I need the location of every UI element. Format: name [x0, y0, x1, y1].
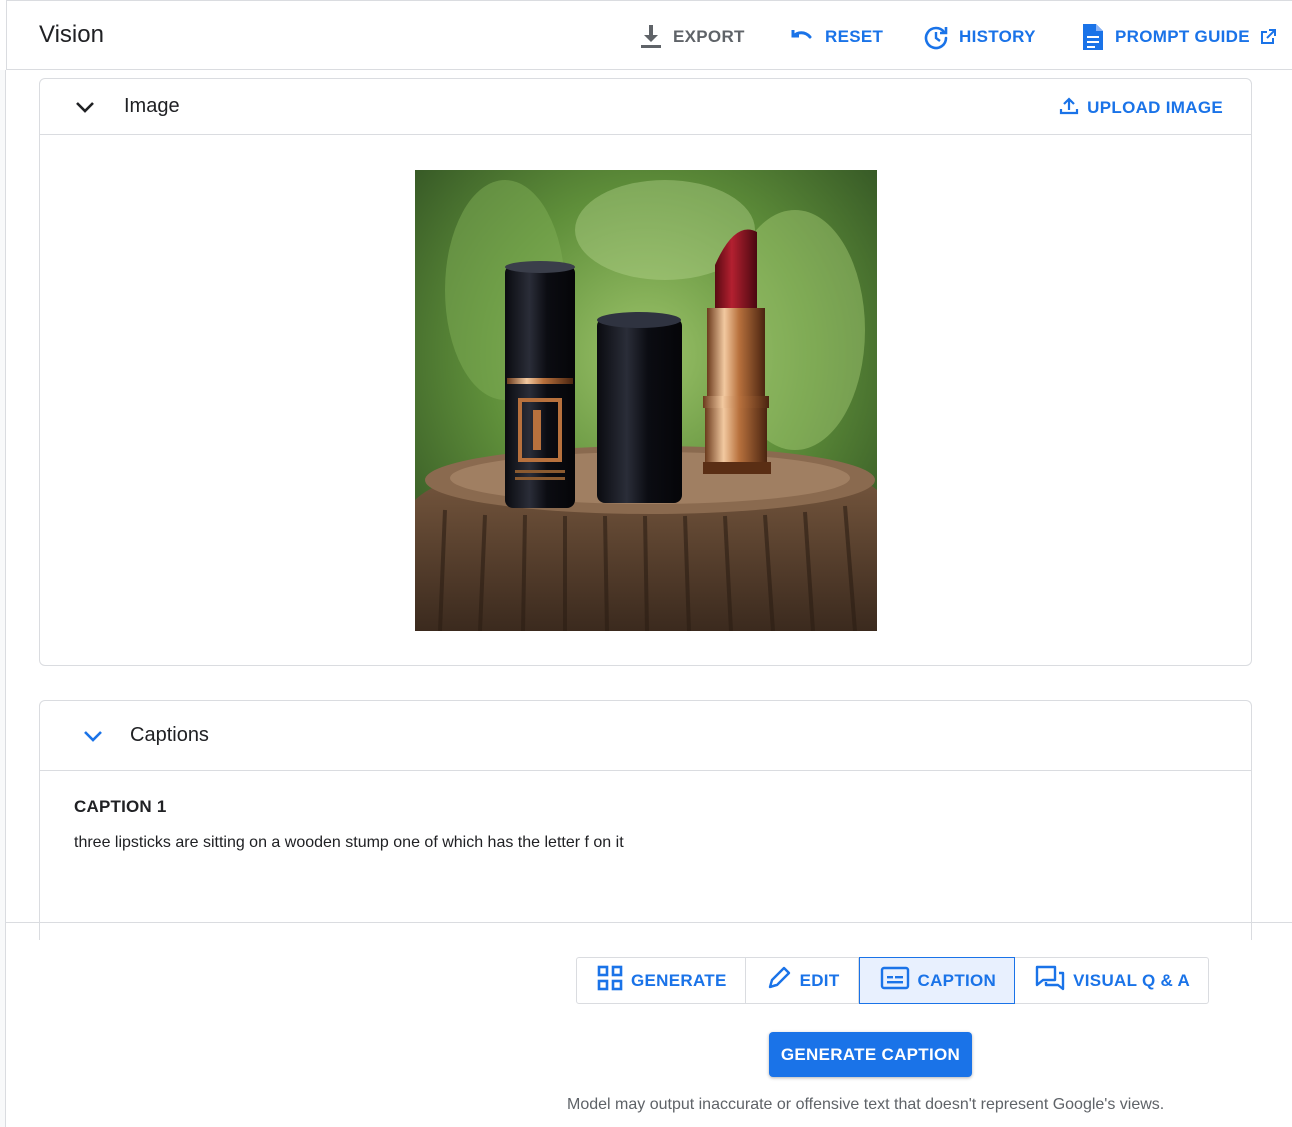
tab-generate[interactable]: GENERATE — [577, 958, 746, 1003]
app-header: Vision EXPORT RESET HISTORY PROMPT GUIDE — [6, 0, 1292, 70]
captions-panel-title: Captions — [130, 724, 209, 746]
export-button[interactable]: EXPORT — [639, 21, 745, 53]
image-panel-header: Image UPLOAD IMAGE — [40, 79, 1251, 135]
tab-caption-label: CAPTION — [917, 970, 997, 990]
history-label: HISTORY — [959, 27, 1036, 46]
chat-icon — [1035, 965, 1065, 996]
prompt-guide-link[interactable]: PROMPT GUIDE — [1081, 21, 1276, 53]
caption-icon — [880, 966, 910, 995]
prompt-guide-label: PROMPT GUIDE — [1115, 27, 1250, 46]
tab-caption[interactable]: CAPTION — [858, 957, 1016, 1004]
captions-panel-header: Captions — [40, 701, 1251, 771]
caption-heading: CAPTION 1 — [74, 797, 167, 816]
history-button[interactable]: HISTORY — [923, 21, 1036, 53]
document-icon — [1081, 23, 1105, 51]
external-link-icon — [1260, 29, 1276, 45]
pencil-icon — [766, 965, 792, 996]
page-title: Vision — [39, 21, 104, 48]
generate-caption-button[interactable]: GENERATE CAPTION — [769, 1032, 972, 1077]
tab-visual-qa-label: VISUAL Q & A — [1073, 970, 1191, 990]
uploaded-image — [415, 170, 877, 631]
image-panel: Image UPLOAD IMAGE — [39, 78, 1252, 666]
tab-edit[interactable]: EDIT — [746, 958, 859, 1003]
mode-tabs: GENERATE EDIT CAPTION VISUAL Q & A — [576, 957, 1210, 1004]
caption-text: three lipsticks are sitting on a wooden … — [74, 834, 624, 851]
undo-icon — [787, 27, 815, 47]
captions-panel: Captions CAPTION 1 three lipsticks are s… — [39, 700, 1252, 940]
tab-edit-label: EDIT — [799, 970, 840, 990]
upload-image-label: UPLOAD IMAGE — [1087, 97, 1223, 117]
image-panel-title: Image — [124, 95, 180, 117]
reset-label: RESET — [825, 27, 884, 46]
chevron-down-icon[interactable] — [82, 727, 104, 750]
left-rail — [0, 70, 6, 1127]
reset-button[interactable]: RESET — [787, 21, 883, 53]
download-icon — [639, 24, 663, 50]
upload-image-button[interactable]: UPLOAD IMAGE — [1059, 95, 1223, 120]
tab-generate-label: GENERATE — [631, 970, 727, 990]
disclaimer-text: Model may output inaccurate or offensive… — [567, 1096, 1165, 1113]
grid-icon — [597, 965, 623, 996]
history-icon — [923, 24, 949, 50]
divider — [6, 922, 1292, 923]
export-label: EXPORT — [673, 27, 745, 46]
tab-visual-qa[interactable]: VISUAL Q & A — [1015, 958, 1208, 1003]
chevron-down-icon[interactable] — [74, 97, 96, 122]
upload-icon — [1059, 95, 1079, 120]
